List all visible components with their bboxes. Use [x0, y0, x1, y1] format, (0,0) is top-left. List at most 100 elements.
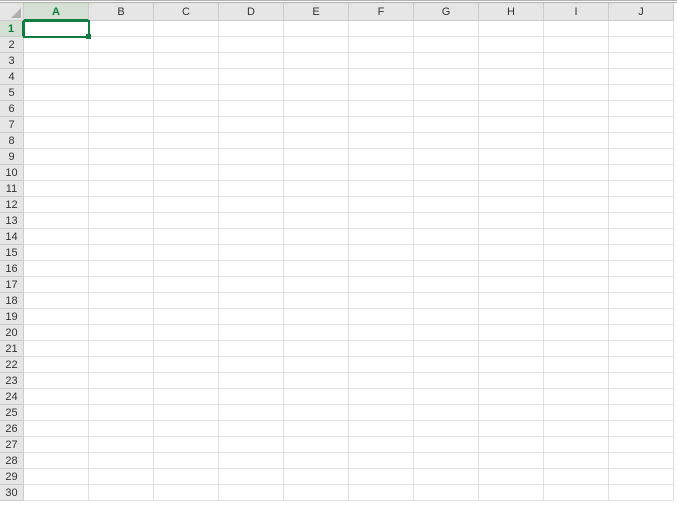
cell-f19[interactable]: [349, 309, 414, 325]
cell-g17[interactable]: [414, 277, 479, 293]
cell-i13[interactable]: [544, 213, 609, 229]
cell-b27[interactable]: [89, 437, 154, 453]
column-header-j[interactable]: J: [609, 3, 674, 21]
row-header-3[interactable]: 3: [0, 53, 24, 69]
cell-g6[interactable]: [414, 101, 479, 117]
cell-a22[interactable]: [24, 357, 89, 373]
cell-e12[interactable]: [284, 197, 349, 213]
cell-f23[interactable]: [349, 373, 414, 389]
cell-e25[interactable]: [284, 405, 349, 421]
row-header-8[interactable]: 8: [0, 133, 24, 149]
cell-d23[interactable]: [219, 373, 284, 389]
cell-b19[interactable]: [89, 309, 154, 325]
row-header-25[interactable]: 25: [0, 405, 24, 421]
cell-d5[interactable]: [219, 85, 284, 101]
row-header-16[interactable]: 16: [0, 261, 24, 277]
cell-g29[interactable]: [414, 469, 479, 485]
cell-c21[interactable]: [154, 341, 219, 357]
cell-h28[interactable]: [479, 453, 544, 469]
cell-c23[interactable]: [154, 373, 219, 389]
cell-a8[interactable]: [24, 133, 89, 149]
cell-e9[interactable]: [284, 149, 349, 165]
row-header-14[interactable]: 14: [0, 229, 24, 245]
cell-e23[interactable]: [284, 373, 349, 389]
cell-a11[interactable]: [24, 181, 89, 197]
cell-e28[interactable]: [284, 453, 349, 469]
cell-g21[interactable]: [414, 341, 479, 357]
row-header-9[interactable]: 9: [0, 149, 24, 165]
cell-g16[interactable]: [414, 261, 479, 277]
cell-d26[interactable]: [219, 421, 284, 437]
cell-b18[interactable]: [89, 293, 154, 309]
row-header-4[interactable]: 4: [0, 69, 24, 85]
cell-e30[interactable]: [284, 485, 349, 501]
cell-g14[interactable]: [414, 229, 479, 245]
cell-b28[interactable]: [89, 453, 154, 469]
cell-f1[interactable]: [349, 21, 414, 37]
cell-b30[interactable]: [89, 485, 154, 501]
cell-g12[interactable]: [414, 197, 479, 213]
cell-d24[interactable]: [219, 389, 284, 405]
cell-j14[interactable]: [609, 229, 674, 245]
cell-e21[interactable]: [284, 341, 349, 357]
cell-e13[interactable]: [284, 213, 349, 229]
cell-d18[interactable]: [219, 293, 284, 309]
cell-c3[interactable]: [154, 53, 219, 69]
cell-i1[interactable]: [544, 21, 609, 37]
cell-c6[interactable]: [154, 101, 219, 117]
cell-c18[interactable]: [154, 293, 219, 309]
cell-c11[interactable]: [154, 181, 219, 197]
column-header-c[interactable]: C: [154, 3, 219, 21]
cell-f9[interactable]: [349, 149, 414, 165]
cell-a20[interactable]: [24, 325, 89, 341]
row-header-13[interactable]: 13: [0, 213, 24, 229]
cell-b4[interactable]: [89, 69, 154, 85]
cell-a1[interactable]: [24, 21, 89, 37]
cell-i25[interactable]: [544, 405, 609, 421]
cell-h27[interactable]: [479, 437, 544, 453]
cell-g22[interactable]: [414, 357, 479, 373]
cell-d21[interactable]: [219, 341, 284, 357]
cell-j28[interactable]: [609, 453, 674, 469]
row-header-17[interactable]: 17: [0, 277, 24, 293]
cell-b10[interactable]: [89, 165, 154, 181]
cell-b24[interactable]: [89, 389, 154, 405]
cell-d27[interactable]: [219, 437, 284, 453]
cell-c16[interactable]: [154, 261, 219, 277]
cell-c4[interactable]: [154, 69, 219, 85]
cell-j23[interactable]: [609, 373, 674, 389]
cell-b17[interactable]: [89, 277, 154, 293]
row-header-2[interactable]: 2: [0, 37, 24, 53]
cell-a26[interactable]: [24, 421, 89, 437]
cell-j30[interactable]: [609, 485, 674, 501]
cell-d20[interactable]: [219, 325, 284, 341]
column-header-d[interactable]: D: [219, 3, 284, 21]
row-header-28[interactable]: 28: [0, 453, 24, 469]
cell-b26[interactable]: [89, 421, 154, 437]
cell-i6[interactable]: [544, 101, 609, 117]
cell-f30[interactable]: [349, 485, 414, 501]
cell-f3[interactable]: [349, 53, 414, 69]
cell-j10[interactable]: [609, 165, 674, 181]
cell-h19[interactable]: [479, 309, 544, 325]
cell-e7[interactable]: [284, 117, 349, 133]
cell-a13[interactable]: [24, 213, 89, 229]
cell-b2[interactable]: [89, 37, 154, 53]
cell-h16[interactable]: [479, 261, 544, 277]
cell-i16[interactable]: [544, 261, 609, 277]
cell-j6[interactable]: [609, 101, 674, 117]
cell-f6[interactable]: [349, 101, 414, 117]
cell-d17[interactable]: [219, 277, 284, 293]
cell-a7[interactable]: [24, 117, 89, 133]
row-header-5[interactable]: 5: [0, 85, 24, 101]
cell-f22[interactable]: [349, 357, 414, 373]
cell-d19[interactable]: [219, 309, 284, 325]
cell-e16[interactable]: [284, 261, 349, 277]
row-header-26[interactable]: 26: [0, 421, 24, 437]
cell-a16[interactable]: [24, 261, 89, 277]
cell-h11[interactable]: [479, 181, 544, 197]
cell-g11[interactable]: [414, 181, 479, 197]
row-header-19[interactable]: 19: [0, 309, 24, 325]
cell-d22[interactable]: [219, 357, 284, 373]
cell-g4[interactable]: [414, 69, 479, 85]
